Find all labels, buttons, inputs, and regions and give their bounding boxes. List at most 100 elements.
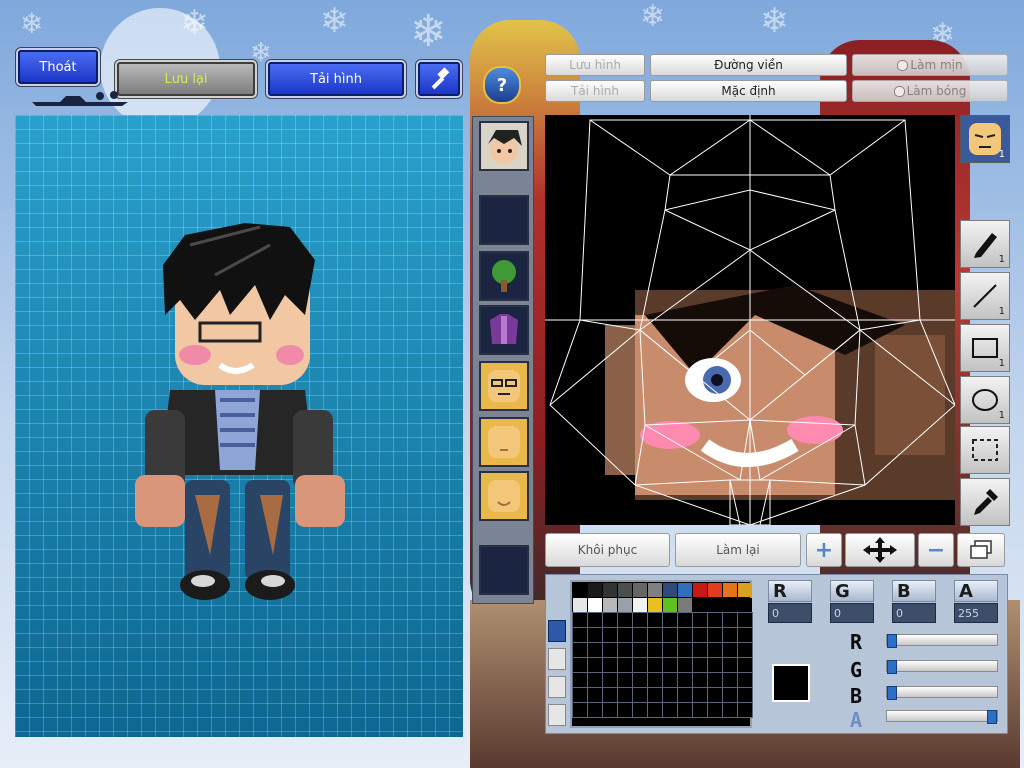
outline-button[interactable]: Đường viền [650, 54, 847, 76]
color-swatch[interactable] [677, 702, 693, 718]
color-swatch[interactable] [722, 627, 738, 643]
part-slot-face-portrait[interactable] [479, 121, 529, 171]
select-tool[interactable] [960, 426, 1010, 474]
color-swatch[interactable] [602, 672, 618, 688]
slider-knob[interactable] [887, 686, 897, 700]
layer-toggle-button[interactable] [957, 533, 1005, 567]
color-swatch[interactable] [647, 612, 663, 628]
part-slot-smile-face[interactable] [479, 471, 529, 521]
color-swatch[interactable] [707, 702, 723, 718]
color-swatch[interactable] [662, 702, 678, 718]
color-swatch[interactable] [662, 642, 678, 658]
exit-button[interactable]: Thoát [18, 50, 98, 84]
color-swatch[interactable] [587, 672, 603, 688]
face-thumbnail-tool[interactable]: 1 [960, 115, 1010, 163]
hammer-button[interactable] [418, 62, 460, 96]
slider-a[interactable] [886, 710, 998, 724]
help-button[interactable]: ? [483, 66, 521, 104]
color-swatch[interactable] [602, 642, 618, 658]
color-swatch[interactable] [603, 598, 617, 612]
part-slot-tree[interactable] [479, 251, 529, 301]
color-swatch[interactable] [632, 642, 648, 658]
part-slot-glasses-face[interactable] [479, 361, 529, 411]
color-swatch[interactable] [647, 672, 663, 688]
color-swatch[interactable] [573, 598, 587, 612]
load-image-button[interactable]: Tải hình [545, 80, 645, 102]
color-swatch[interactable] [587, 702, 603, 718]
color-swatch[interactable] [602, 702, 618, 718]
color-swatch[interactable] [572, 627, 588, 643]
color-swatch[interactable] [707, 642, 723, 658]
color-swatch[interactable] [587, 687, 603, 703]
color-swatch[interactable] [617, 642, 633, 658]
channel-r-value[interactable]: 0 [768, 603, 812, 623]
color-swatch[interactable] [707, 657, 723, 673]
save-image-button[interactable]: Lưu hình [545, 54, 645, 76]
color-swatch[interactable] [692, 612, 708, 628]
color-swatch[interactable] [617, 627, 633, 643]
color-swatch[interactable] [677, 612, 693, 628]
color-swatch[interactable] [632, 627, 648, 643]
color-swatch[interactable] [572, 612, 588, 628]
color-swatch[interactable] [677, 657, 693, 673]
color-swatch[interactable] [572, 702, 588, 718]
color-swatch[interactable] [678, 598, 692, 612]
palette-page-tab[interactable] [548, 620, 566, 642]
slider-r[interactable] [886, 634, 998, 648]
color-swatch[interactable] [647, 642, 663, 658]
color-swatch[interactable] [647, 702, 663, 718]
color-swatch[interactable] [662, 612, 678, 628]
color-swatch[interactable] [707, 672, 723, 688]
color-swatch[interactable] [587, 642, 603, 658]
color-swatch[interactable] [647, 627, 663, 643]
channel-g-value[interactable]: 0 [830, 603, 874, 623]
color-swatch[interactable] [663, 583, 677, 597]
shade-button[interactable]: Làm bóng [852, 80, 1008, 102]
channel-a-value[interactable]: 255 [954, 603, 998, 623]
smooth-button[interactable]: Làm mịn [852, 54, 1008, 76]
rectangle-tool[interactable]: 1 [960, 324, 1010, 372]
color-swatch[interactable] [707, 687, 723, 703]
color-swatch[interactable] [692, 672, 708, 688]
color-swatch[interactable] [722, 672, 738, 688]
color-swatch[interactable] [722, 612, 738, 628]
color-swatch[interactable] [707, 612, 723, 628]
color-swatch[interactable] [618, 598, 632, 612]
palette-page-tab[interactable] [548, 704, 566, 726]
color-swatch[interactable] [632, 657, 648, 673]
color-swatch[interactable] [738, 598, 752, 612]
color-swatch[interactable] [692, 657, 708, 673]
part-slot-empty[interactable] [479, 195, 529, 245]
color-swatch[interactable] [737, 672, 753, 688]
color-swatch[interactable] [647, 687, 663, 703]
color-swatch[interactable] [617, 702, 633, 718]
color-swatch[interactable] [602, 627, 618, 643]
color-swatch[interactable] [692, 687, 708, 703]
color-swatch[interactable] [723, 583, 737, 597]
zoom-in-button[interactable]: + [806, 533, 842, 567]
color-swatch[interactable] [663, 598, 677, 612]
color-swatch[interactable] [572, 672, 588, 688]
color-swatch[interactable] [737, 657, 753, 673]
ellipse-tool[interactable]: 1 [960, 376, 1010, 424]
color-swatch[interactable] [737, 642, 753, 658]
color-swatch[interactable] [573, 583, 587, 597]
channel-b-value[interactable]: 0 [892, 603, 936, 623]
line-tool[interactable]: 1 [960, 272, 1010, 320]
move-button[interactable] [845, 533, 915, 567]
color-swatch[interactable] [662, 657, 678, 673]
color-swatch[interactable] [737, 612, 753, 628]
slider-knob[interactable] [987, 710, 997, 724]
color-swatch[interactable] [677, 672, 693, 688]
slider-knob[interactable] [887, 660, 897, 674]
color-swatch[interactable] [648, 598, 662, 612]
color-swatch[interactable] [587, 612, 603, 628]
color-swatch[interactable] [692, 642, 708, 658]
palette-page-tab[interactable] [548, 676, 566, 698]
color-swatch[interactable] [632, 702, 648, 718]
slider-b[interactable] [886, 686, 998, 700]
redo-button[interactable]: Làm lại [675, 533, 801, 567]
color-swatch[interactable] [737, 627, 753, 643]
color-swatch[interactable] [572, 642, 588, 658]
color-swatch[interactable] [722, 642, 738, 658]
